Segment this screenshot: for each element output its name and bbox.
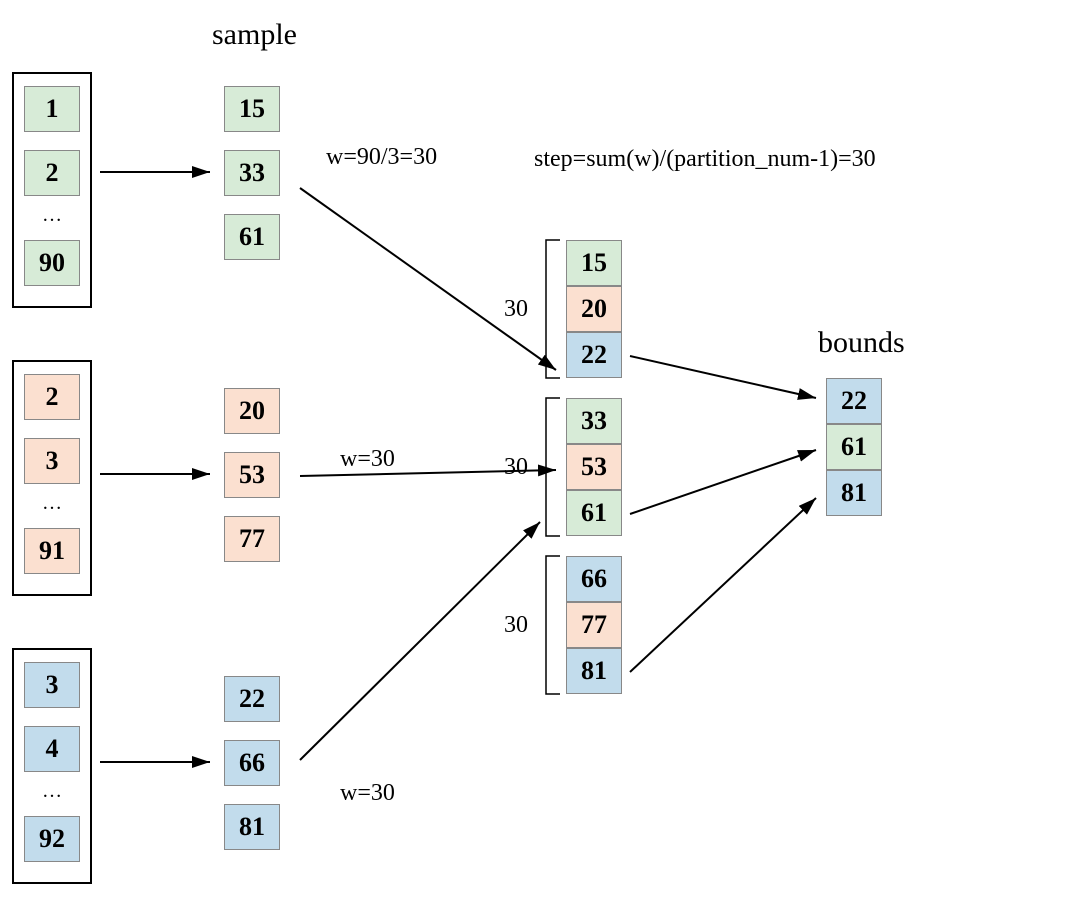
s2-cell-b: 53 — [224, 452, 280, 498]
p2-dots: … — [24, 492, 80, 515]
s1-cell-a: 15 — [224, 86, 280, 132]
weight-label-2: w=30 — [340, 446, 395, 473]
bounds-cell-1: 22 — [826, 378, 882, 424]
merged-cell-1: 20 — [566, 286, 622, 332]
bounds-cell-3: 81 — [826, 470, 882, 516]
heading-bounds: bounds — [818, 326, 905, 360]
s3-cell-a: 22 — [224, 676, 280, 722]
p3-cell-b: 4 — [24, 726, 80, 772]
p1-cell-a: 1 — [24, 86, 80, 132]
merged-cell-8: 81 — [566, 648, 622, 694]
merged-cell-7: 77 — [566, 602, 622, 648]
group-weight-2: 30 — [504, 454, 528, 481]
group-weight-1: 30 — [504, 296, 528, 323]
step-formula: step=sum(w)/(partition_num-1)=30 — [534, 146, 876, 173]
p1-cell-b: 2 — [24, 150, 80, 196]
merged-cell-4: 53 — [566, 444, 622, 490]
p3-cell-a: 3 — [24, 662, 80, 708]
arrows-overlay — [0, 0, 1070, 916]
merged-cell-3: 33 — [566, 398, 622, 444]
p2-cell-a: 2 — [24, 374, 80, 420]
weight-label-3: w=30 — [340, 780, 395, 807]
p3-cell-c: 92 — [24, 816, 80, 862]
heading-sample: sample — [212, 18, 297, 52]
p1-cell-c: 90 — [24, 240, 80, 286]
p1-dots: … — [24, 204, 80, 227]
s1-cell-c: 61 — [224, 214, 280, 260]
weight-label-1: w=90/3=30 — [326, 144, 437, 171]
s3-cell-b: 66 — [224, 740, 280, 786]
s3-cell-c: 81 — [224, 804, 280, 850]
group-weight-3: 30 — [504, 612, 528, 639]
bounds-cell-2: 61 — [826, 424, 882, 470]
p2-cell-c: 91 — [24, 528, 80, 574]
s1-cell-b: 33 — [224, 150, 280, 196]
merged-cell-5: 61 — [566, 490, 622, 536]
merged-cell-0: 15 — [566, 240, 622, 286]
p3-dots: … — [24, 780, 80, 803]
merged-cell-2: 22 — [566, 332, 622, 378]
s2-cell-a: 20 — [224, 388, 280, 434]
merged-cell-6: 66 — [566, 556, 622, 602]
s2-cell-c: 77 — [224, 516, 280, 562]
p2-cell-b: 3 — [24, 438, 80, 484]
